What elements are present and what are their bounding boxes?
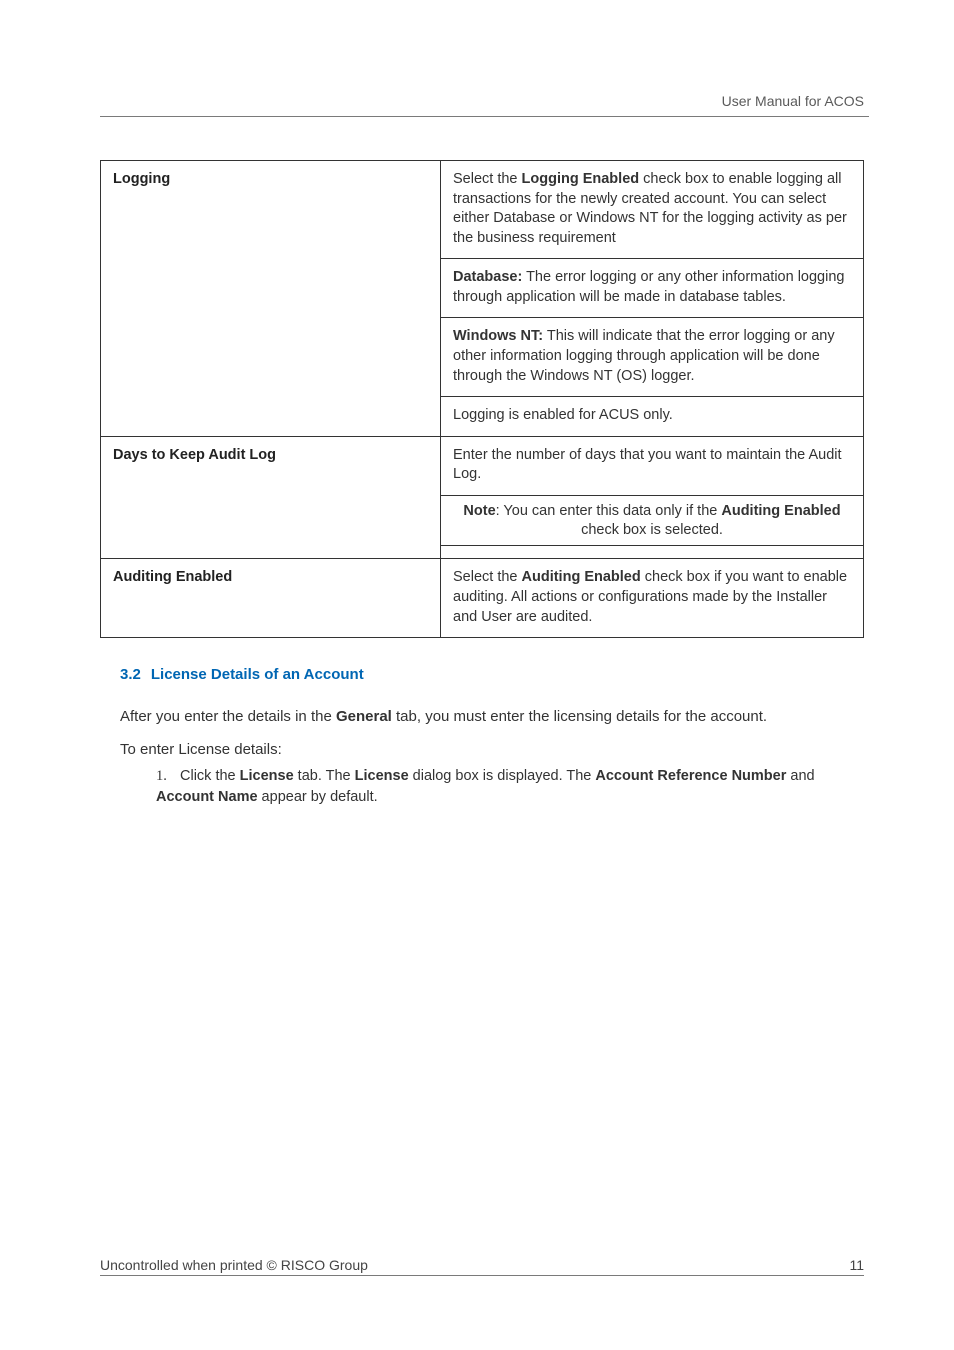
- row-label-logging: Logging: [101, 161, 441, 437]
- header-rule: [100, 116, 869, 117]
- step-marker: 1.: [156, 766, 180, 786]
- table-row: Days to Keep Audit Log Enter the number …: [101, 436, 864, 495]
- page: User Manual for ACOS Logging Select the …: [0, 0, 954, 1350]
- section-number: 3.2: [120, 666, 141, 683]
- main-content: Logging Select the Logging Enabled check…: [100, 160, 864, 807]
- row-desc-auditing: Select the Auditing Enabled check box if…: [441, 559, 864, 638]
- row-label-days: Days to Keep Audit Log: [101, 436, 441, 559]
- section-heading: 3.2 License Details of an Account: [120, 666, 864, 683]
- row-desc-logging-p1: Select the Logging Enabled check box to …: [441, 161, 864, 259]
- step-list: 1.Click the License tab. The License dia…: [156, 766, 864, 807]
- section-intro: After you enter the details in the Gener…: [120, 707, 864, 727]
- row-desc-logging-p4: Logging is enabled for ACUS only.: [441, 397, 864, 437]
- row-note-days: Note: You can enter this data only if th…: [441, 495, 864, 546]
- section-title: License Details of an Account: [151, 666, 364, 683]
- row-desc-logging-p2: Database: The error logging or any other…: [441, 259, 864, 318]
- settings-table: Logging Select the Logging Enabled check…: [100, 160, 864, 638]
- row-desc-logging-p3: Windows NT: This will indicate that the …: [441, 318, 864, 397]
- footer: Uncontrolled when printed © RISCO Group …: [100, 1257, 864, 1276]
- step-text: Click the License tab. The License dialo…: [156, 768, 815, 804]
- row-label-auditing: Auditing Enabled: [101, 559, 441, 638]
- header-doc-title: User Manual for ACOS: [722, 93, 864, 109]
- footer-left: Uncontrolled when printed © RISCO Group: [100, 1257, 368, 1273]
- table-row: Auditing Enabled Select the Auditing Ena…: [101, 559, 864, 638]
- footer-page-number: 11: [849, 1257, 864, 1273]
- section-lead: To enter License details:: [120, 741, 864, 758]
- row-spacer: [441, 546, 864, 559]
- row-desc-days: Enter the number of days that you want t…: [441, 436, 864, 495]
- table-row: Logging Select the Logging Enabled check…: [101, 161, 864, 259]
